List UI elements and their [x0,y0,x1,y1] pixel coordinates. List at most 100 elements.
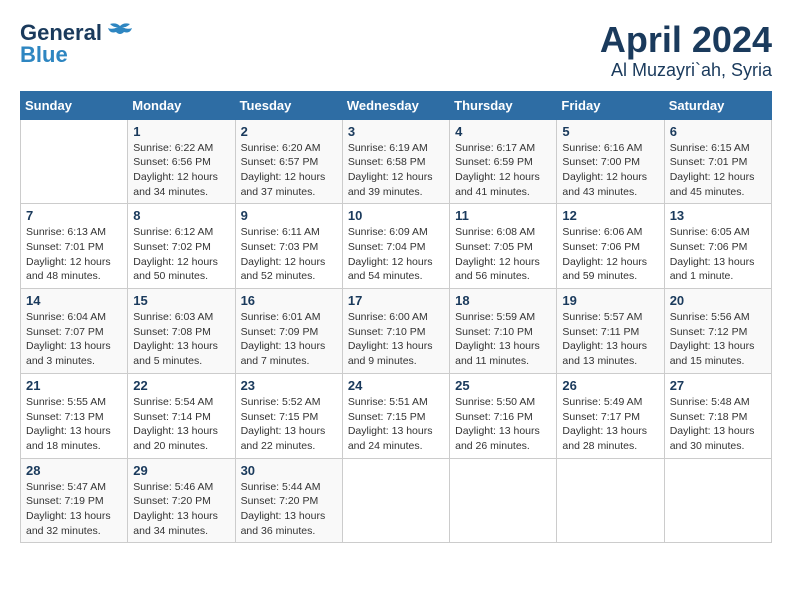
day-info: Sunrise: 6:05 AM Sunset: 7:06 PM Dayligh… [670,225,766,284]
calendar-cell: 21Sunrise: 5:55 AM Sunset: 7:13 PM Dayli… [21,373,128,458]
week-row-3: 14 Sunrise: 6:04 AM Sunset: 7:07 PM Dayli… [21,289,772,374]
calendar-body: 1 Sunrise: 6:22 AM Sunset: 6:56 PM Daylig… [21,119,772,543]
calendar-cell: 13 Sunrise: 6:05 AM Sunset: 7:06 PM Dayli… [664,204,771,289]
page-header: General Blue April 2024 Al Muzayri`ah, S… [20,20,772,81]
calendar-cell: 16Sunrise: 6:01 AM Sunset: 7:09 PM Dayli… [235,289,342,374]
header-day-monday: Monday [128,91,235,119]
header-day-sunday: Sunday [21,91,128,119]
day-info: Sunrise: 5:52 AM Sunset: 7:15 PM Dayligh… [241,395,337,454]
day-info: Sunrise: 5:51 AM Sunset: 7:15 PM Dayligh… [348,395,444,454]
day-number: 6 [670,124,766,139]
day-info: Sunrise: 6:03 AM Sunset: 7:08 PM Dayligh… [133,310,229,369]
day-number: 10 [348,208,444,223]
calendar-cell: 27 Sunrise: 5:48 AM Sunset: 7:18 PM Dayli… [664,373,771,458]
calendar-cell: 1 Sunrise: 6:22 AM Sunset: 6:56 PM Daylig… [128,119,235,204]
calendar-cell: 19Sunrise: 5:57 AM Sunset: 7:11 PM Dayli… [557,289,664,374]
week-row-2: 7 Sunrise: 6:13 AM Sunset: 7:01 PM Daylig… [21,204,772,289]
calendar-cell [342,458,449,543]
day-number: 4 [455,124,551,139]
calendar-cell: 22 Sunrise: 5:54 AM Sunset: 7:14 PM Dayli… [128,373,235,458]
header-row: SundayMondayTuesdayWednesdayThursdayFrid… [21,91,772,119]
day-number: 8 [133,208,229,223]
header-day-wednesday: Wednesday [342,91,449,119]
week-row-4: 21Sunrise: 5:55 AM Sunset: 7:13 PM Dayli… [21,373,772,458]
header-day-tuesday: Tuesday [235,91,342,119]
week-row-5: 28 Sunrise: 5:47 AM Sunset: 7:19 PM Dayli… [21,458,772,543]
day-info: Sunrise: 6:08 AM Sunset: 7:05 PM Dayligh… [455,225,551,284]
day-number: 21 [26,378,122,393]
day-number: 27 [670,378,766,393]
calendar-cell: 26 Sunrise: 5:49 AM Sunset: 7:17 PM Dayli… [557,373,664,458]
day-number: 12 [562,208,658,223]
day-info: Sunrise: 6:11 AM Sunset: 7:03 PM Dayligh… [241,225,337,284]
day-info: Sunrise: 5:47 AM Sunset: 7:19 PM Dayligh… [26,480,122,539]
day-number: 22 [133,378,229,393]
calendar-cell: 7 Sunrise: 6:13 AM Sunset: 7:01 PM Daylig… [21,204,128,289]
calendar-cell: 24 Sunrise: 5:51 AM Sunset: 7:15 PM Dayli… [342,373,449,458]
calendar-cell [664,458,771,543]
calendar-cell: 6Sunrise: 6:15 AM Sunset: 7:01 PM Daylig… [664,119,771,204]
page-title: April 2024 [600,20,772,60]
day-number: 2 [241,124,337,139]
logo: General Blue [20,20,134,68]
header-day-thursday: Thursday [450,91,557,119]
calendar-cell [450,458,557,543]
calendar-cell: 25Sunrise: 5:50 AM Sunset: 7:16 PM Dayli… [450,373,557,458]
header-day-saturday: Saturday [664,91,771,119]
day-number: 24 [348,378,444,393]
day-info: Sunrise: 6:17 AM Sunset: 6:59 PM Dayligh… [455,141,551,200]
calendar-cell: 2 Sunrise: 6:20 AM Sunset: 6:57 PM Daylig… [235,119,342,204]
calendar-cell: 4 Sunrise: 6:17 AM Sunset: 6:59 PM Daylig… [450,119,557,204]
day-number: 7 [26,208,122,223]
day-number: 13 [670,208,766,223]
calendar-cell: 28 Sunrise: 5:47 AM Sunset: 7:19 PM Dayli… [21,458,128,543]
day-info: Sunrise: 5:46 AM Sunset: 7:20 PM Dayligh… [133,480,229,539]
day-number: 23 [241,378,337,393]
day-info: Sunrise: 5:49 AM Sunset: 7:17 PM Dayligh… [562,395,658,454]
day-number: 30 [241,463,337,478]
day-info: Sunrise: 6:12 AM Sunset: 7:02 PM Dayligh… [133,225,229,284]
day-info: Sunrise: 5:59 AM Sunset: 7:10 PM Dayligh… [455,310,551,369]
day-info: Sunrise: 5:50 AM Sunset: 7:16 PM Dayligh… [455,395,551,454]
day-number: 5 [562,124,658,139]
calendar-cell: 20Sunrise: 5:56 AM Sunset: 7:12 PM Dayli… [664,289,771,374]
day-number: 26 [562,378,658,393]
day-info: Sunrise: 6:13 AM Sunset: 7:01 PM Dayligh… [26,225,122,284]
calendar-cell: 12 Sunrise: 6:06 AM Sunset: 7:06 PM Dayli… [557,204,664,289]
day-info: Sunrise: 5:44 AM Sunset: 7:20 PM Dayligh… [241,480,337,539]
calendar-cell: 23 Sunrise: 5:52 AM Sunset: 7:15 PM Dayli… [235,373,342,458]
calendar-cell: 9 Sunrise: 6:11 AM Sunset: 7:03 PM Daylig… [235,204,342,289]
calendar-cell: 5 Sunrise: 6:16 AM Sunset: 7:00 PM Daylig… [557,119,664,204]
calendar-cell [557,458,664,543]
day-info: Sunrise: 5:54 AM Sunset: 7:14 PM Dayligh… [133,395,229,454]
day-info: Sunrise: 6:06 AM Sunset: 7:06 PM Dayligh… [562,225,658,284]
day-number: 1 [133,124,229,139]
day-info: Sunrise: 5:56 AM Sunset: 7:12 PM Dayligh… [670,310,766,369]
calendar-cell: 8 Sunrise: 6:12 AM Sunset: 7:02 PM Daylig… [128,204,235,289]
calendar-cell: 11 Sunrise: 6:08 AM Sunset: 7:05 PM Dayli… [450,204,557,289]
header-day-friday: Friday [557,91,664,119]
calendar-cell: 14 Sunrise: 6:04 AM Sunset: 7:07 PM Dayli… [21,289,128,374]
day-number: 29 [133,463,229,478]
page-subtitle: Al Muzayri`ah, Syria [600,60,772,81]
day-number: 28 [26,463,122,478]
logo-blue: Blue [20,42,68,68]
day-info: Sunrise: 6:20 AM Sunset: 6:57 PM Dayligh… [241,141,337,200]
day-number: 9 [241,208,337,223]
calendar-header: SundayMondayTuesdayWednesdayThursdayFrid… [21,91,772,119]
day-info: Sunrise: 6:04 AM Sunset: 7:07 PM Dayligh… [26,310,122,369]
logo-bird-icon [106,22,134,44]
calendar-cell: 10Sunrise: 6:09 AM Sunset: 7:04 PM Dayli… [342,204,449,289]
day-number: 14 [26,293,122,308]
calendar-table: SundayMondayTuesdayWednesdayThursdayFrid… [20,91,772,544]
week-row-1: 1 Sunrise: 6:22 AM Sunset: 6:56 PM Daylig… [21,119,772,204]
day-info: Sunrise: 6:22 AM Sunset: 6:56 PM Dayligh… [133,141,229,200]
day-number: 17 [348,293,444,308]
calendar-cell: 18Sunrise: 5:59 AM Sunset: 7:10 PM Dayli… [450,289,557,374]
day-info: Sunrise: 5:48 AM Sunset: 7:18 PM Dayligh… [670,395,766,454]
day-number: 19 [562,293,658,308]
day-number: 3 [348,124,444,139]
day-info: Sunrise: 6:16 AM Sunset: 7:00 PM Dayligh… [562,141,658,200]
day-number: 15 [133,293,229,308]
day-number: 11 [455,208,551,223]
